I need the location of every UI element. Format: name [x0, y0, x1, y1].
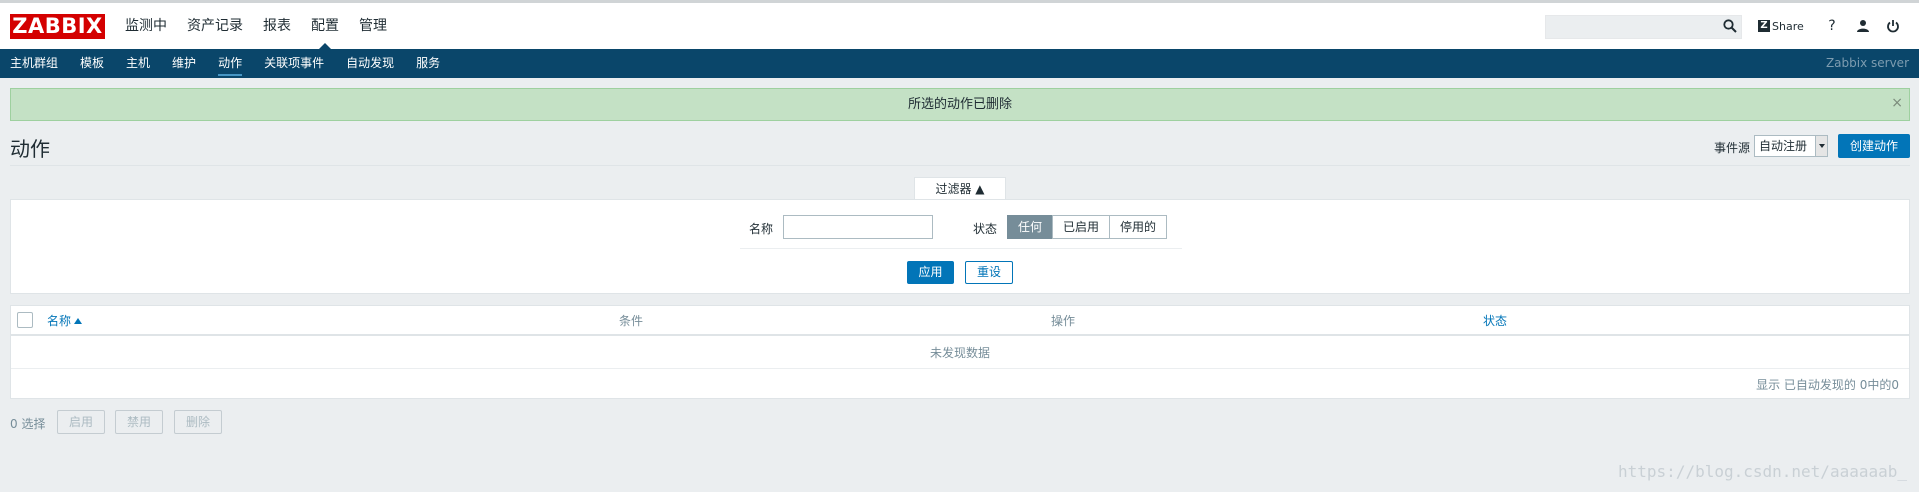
success-message-text: 所选的动作已删除	[907, 97, 1012, 112]
event-source-value: 自动注册	[1759, 139, 1808, 153]
event-source-label: 事件源	[1714, 141, 1751, 155]
column-header-name[interactable]: 名称	[47, 306, 83, 336]
user-profile-icon[interactable]	[1854, 17, 1872, 35]
event-source-select[interactable]: 自动注册	[1754, 135, 1828, 157]
menu-item-administration[interactable]: 管理	[359, 3, 387, 49]
subnav-item-templates[interactable]: 模板	[80, 49, 104, 78]
success-message: 所选的动作已删除 ×	[10, 88, 1910, 121]
server-name: Zabbix server	[1825, 56, 1909, 70]
delete-button[interactable]: 删除	[174, 410, 222, 434]
status-option-disabled[interactable]: 停用的	[1109, 215, 1168, 239]
subnav-item-services[interactable]: 服务	[416, 49, 440, 78]
main-menu: 监测中 资产记录 报表 配置 管理	[125, 3, 407, 49]
apply-button[interactable]: 应用	[907, 261, 954, 284]
sort-asc-icon	[74, 318, 83, 324]
close-icon[interactable]: ×	[1891, 95, 1903, 111]
subnav-item-hosts[interactable]: 主机	[126, 49, 150, 78]
subnav-item-host-groups[interactable]: 主机群组	[10, 49, 58, 78]
table-header: 名称 条件 操作 状态	[11, 306, 1909, 336]
selected-count: 0 选择	[10, 417, 46, 431]
menu-item-configuration[interactable]: 配置	[311, 3, 339, 49]
filter-panel	[10, 199, 1910, 294]
sub-navigation: 主机群组 模板 主机 维护 动作 关联项事件 自动发现 服务 Zabbix se…	[0, 49, 1919, 78]
column-header-operations: 操作	[1051, 314, 1076, 328]
menu-item-reports[interactable]: 报表	[263, 3, 291, 49]
filter-tab[interactable]: 过滤器 ▲	[914, 177, 1006, 200]
status-option-any[interactable]: 任何	[1007, 215, 1054, 239]
filter-status-label: 状态	[973, 222, 998, 236]
zabbix-logo[interactable]: ZABBIX	[10, 14, 105, 39]
menu-item-monitoring[interactable]: 监测中	[125, 3, 167, 49]
share-label: Share	[1772, 19, 1804, 33]
menu-item-inventory[interactable]: 资产记录	[187, 3, 243, 49]
subnav-item-discovery[interactable]: 自动发现	[346, 49, 394, 78]
reset-button[interactable]: 重设	[965, 261, 1013, 284]
no-data-message: 未发现数据	[11, 338, 1909, 369]
column-header-status[interactable]: 状态	[1483, 306, 1507, 336]
paging-info: 显示 已自动发现的 0中的0	[1756, 378, 1899, 392]
column-header-conditions: 条件	[619, 314, 644, 328]
filter-name-input[interactable]	[783, 215, 933, 239]
select-all-checkbox[interactable]	[17, 312, 33, 328]
share-link[interactable]: Z Share	[1758, 18, 1804, 34]
search-input[interactable]	[1545, 15, 1742, 39]
page-title: 动作	[10, 137, 50, 161]
filter-name-label: 名称	[749, 222, 774, 236]
actions-table: 名称 条件 操作 状态 未发现数据 显示 已自动发现的 0中的0	[10, 305, 1910, 399]
watermark: https://blog.csdn.net/aaaaaab_	[1618, 462, 1907, 481]
enable-button[interactable]: 启用	[57, 410, 105, 434]
disable-button[interactable]: 禁用	[115, 410, 163, 434]
status-option-enabled[interactable]: 已启用	[1052, 215, 1111, 239]
chevron-down-icon	[1815, 136, 1827, 156]
filter-divider	[740, 248, 1182, 249]
share-icon: Z	[1758, 20, 1770, 32]
search-icon[interactable]	[1722, 18, 1738, 34]
help-icon[interactable]: ?	[1823, 17, 1841, 35]
subnav-item-maintenance[interactable]: 维护	[172, 49, 196, 78]
subnav-item-actions[interactable]: 动作	[218, 49, 243, 78]
logout-icon[interactable]	[1884, 17, 1902, 35]
status-radio-group: 任何 已启用 停用的	[1007, 215, 1168, 239]
column-header-name-label: 名称	[47, 314, 72, 328]
title-divider	[10, 165, 1910, 166]
subnav-item-correlation[interactable]: 关联项事件	[264, 49, 324, 78]
create-action-button[interactable]: 创建动作	[1838, 134, 1910, 158]
